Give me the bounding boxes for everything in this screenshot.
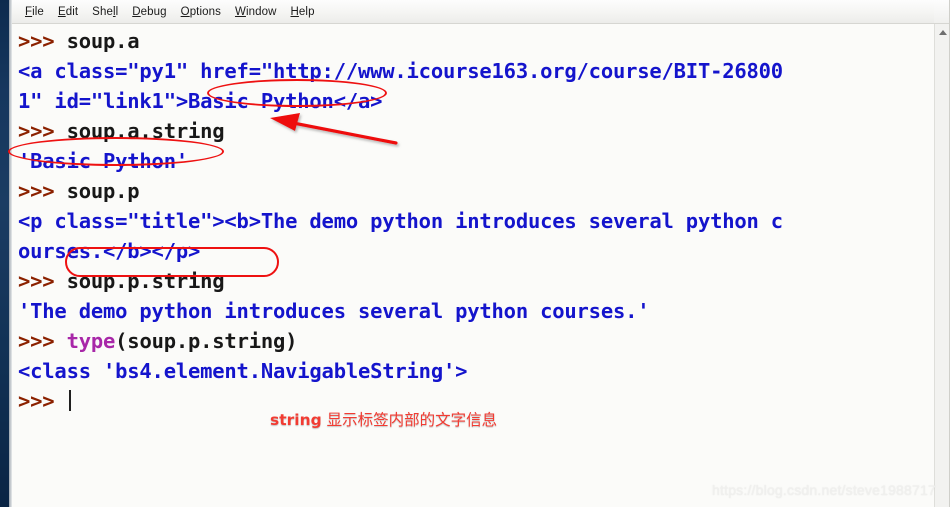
menu-item-debug[interactable]: Debug xyxy=(125,4,173,20)
shell-output-text: 'The demo python introduces several pyth… xyxy=(18,299,650,323)
shell-output-line: ourses.</b></p> xyxy=(18,236,783,266)
shell-output-line: 1" id="link1">Basic Python</a> xyxy=(18,86,783,116)
shell-text-area[interactable]: >>> soup.a <a class="py1" href="http://ww… xyxy=(12,24,934,507)
shell-prompt: >>> xyxy=(18,179,67,203)
shell-input-line: >>> soup.a xyxy=(18,26,783,56)
menu-item-file[interactable]: File xyxy=(18,4,51,20)
shell-prompt: >>> xyxy=(18,29,67,53)
scroll-up-button[interactable] xyxy=(935,24,950,40)
shell-input-line: >>> soup.p.string xyxy=(18,266,783,296)
shell-prompt: >>> xyxy=(18,389,67,413)
scrollbar-top-cap xyxy=(934,0,950,24)
shell-input-text: soup.p.string xyxy=(66,269,225,293)
shell-output-text: <a class="py1" href="http://www.icourse1… xyxy=(18,59,783,83)
menu-item-shell[interactable]: Shell xyxy=(85,4,125,20)
text-cursor xyxy=(68,390,71,411)
shell-output-line: 'Basic Python' xyxy=(18,146,783,176)
shell-output-line: 'The demo python introduces several pyth… xyxy=(18,296,783,326)
shell-output-text: 1" id="link1">Basic Python</a> xyxy=(18,89,383,113)
shell-output-line: <p class="title"><b>The demo python intr… xyxy=(18,206,783,236)
menu-item-edit[interactable]: Edit xyxy=(51,4,85,20)
window-left-border xyxy=(9,0,12,507)
shell-output-text: <p class="title"><b>The demo python intr… xyxy=(18,209,783,233)
caption-text: 显示标签内部的文字信息 xyxy=(321,411,498,429)
shell-input-text: soup.p xyxy=(66,179,140,203)
shell-prompt: >>> xyxy=(18,329,67,353)
annotation-caption: string 显示标签内部的文字信息 xyxy=(270,408,497,430)
shell-input-line: >>> soup.a.string xyxy=(18,116,783,146)
shell-prompt: >>> xyxy=(18,269,67,293)
shell-output-text: 'Basic Python' xyxy=(18,149,188,173)
menu-item-options[interactable]: Options xyxy=(174,4,228,20)
desktop-background-strip xyxy=(0,0,9,507)
shell-output-line: <class 'bs4.element.NavigableString'> xyxy=(18,356,783,386)
menu-item-help[interactable]: Help xyxy=(284,4,322,20)
menu-bar: File Edit Shell Debug Options Window Hel… xyxy=(12,0,950,24)
shell-output-lines: >>> soup.a <a class="py1" href="http://ww… xyxy=(18,26,783,416)
builtin-keyword: type xyxy=(66,329,116,353)
shell-output-text: ourses.</b></p> xyxy=(18,239,201,263)
shell-input-text: soup.a xyxy=(66,29,140,53)
shell-output-line: <a class="py1" href="http://www.icourse1… xyxy=(18,56,783,86)
shell-input-text: soup.a.string xyxy=(66,119,225,143)
vertical-scrollbar[interactable] xyxy=(934,24,950,507)
caption-keyword: string xyxy=(270,411,322,429)
shell-prompt: >>> xyxy=(18,119,67,143)
chevron-up-icon xyxy=(938,29,947,35)
shell-input-line: >>> type(soup.p.string) xyxy=(18,326,783,356)
shell-input-text: (soup.p.string) xyxy=(115,329,298,353)
watermark-text: https://blog.csdn.net/steve1988717 xyxy=(712,482,936,498)
shell-output-text: <class 'bs4.element.NavigableString'> xyxy=(18,359,468,383)
menu-item-window[interactable]: Window xyxy=(228,4,284,20)
shell-input-line: >>> soup.p xyxy=(18,176,783,206)
idle-shell-window: File Edit Shell Debug Options Window Hel… xyxy=(12,0,950,507)
